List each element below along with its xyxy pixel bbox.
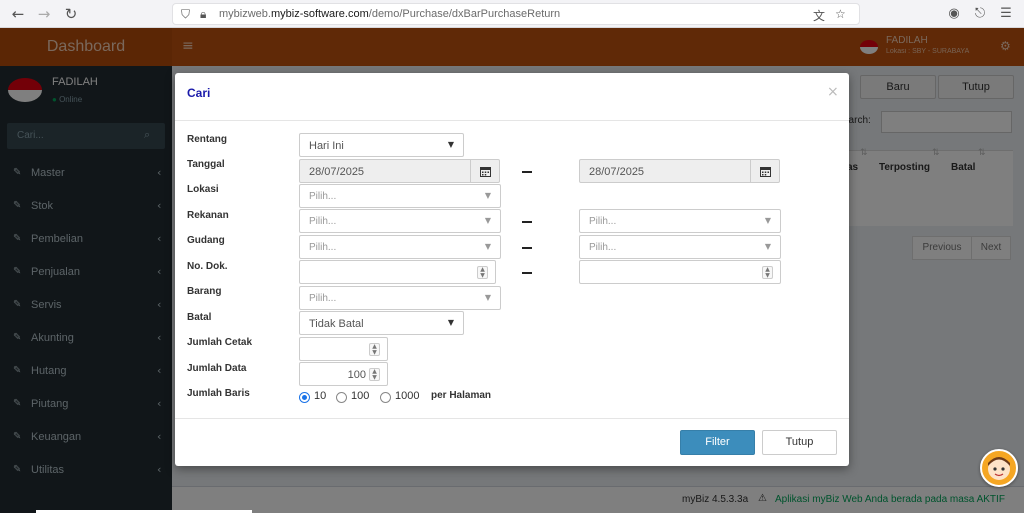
spinner-icon[interactable]: ▲ ▼ <box>369 368 380 381</box>
jumlah-cetak-label: Jumlah Cetak <box>187 337 253 348</box>
url-text: mybizweb.mybiz-software.com/demo/Purchas… <box>219 8 561 20</box>
range-dash <box>522 221 532 223</box>
barang-select[interactable]: Pilih... ▼ <box>299 286 501 310</box>
helper-avatar-icon[interactable] <box>980 449 1018 487</box>
gudang-to-select[interactable]: Pilih... ▼ <box>579 235 781 259</box>
rentang-label: Rentang <box>187 134 227 145</box>
spinner-icon[interactable]: ▲ ▼ <box>369 343 380 356</box>
baris-option-100: 100 <box>351 390 370 402</box>
range-dash <box>522 272 532 274</box>
batal-select[interactable]: Tidak Batal ▼ <box>299 311 464 335</box>
jumlah-data-input[interactable]: 100 ▲ ▼ <box>299 362 388 386</box>
baris-radio-100[interactable] <box>336 392 347 403</box>
batal-value: Tidak Batal <box>309 318 364 330</box>
tanggal-label: Tanggal <box>187 159 225 170</box>
gudang-label: Gudang <box>187 235 225 246</box>
extensions-icon[interactable]: ⎋ <box>970 4 990 24</box>
jumlah-baris-label: Jumlah Baris <box>187 388 250 399</box>
barang-label: Barang <box>187 286 222 297</box>
no-dok-to-input[interactable]: ▲ ▼ <box>579 260 781 284</box>
spinner-icon[interactable]: ▲ ▼ <box>477 266 488 279</box>
gudang-from-placeholder: Pilih... <box>309 242 337 253</box>
baris-radio-10[interactable] <box>299 392 310 403</box>
tanggal-from-value: 28/07/2025 <box>309 166 365 178</box>
lock-icon: 🔒︎ <box>200 7 207 21</box>
dropdown-caret-icon: ▼ <box>764 242 771 251</box>
rentang-select[interactable]: Hari Ini ▼ <box>299 133 464 157</box>
search-modal: Cari × Rentang Tanggal Lokasi Rekanan Gu… <box>175 73 849 466</box>
modal-backdrop-header <box>0 28 1024 66</box>
address-bar[interactable]: ⛉ 🔒︎ mybizweb.mybiz-software.com/demo/Pu… <box>172 3 860 25</box>
tanggal-from-input[interactable]: 28/07/2025 <box>299 159 471 183</box>
dropdown-caret-icon: ▼ <box>484 216 491 225</box>
dropdown-caret-icon: ▼ <box>764 216 771 225</box>
range-dash <box>522 247 532 249</box>
tutup-button[interactable]: Tutup <box>762 430 837 455</box>
jumlah-data-label: Jumlah Data <box>187 363 247 374</box>
no-dok-label: No. Dok. <box>187 261 228 272</box>
lokasi-label: Lokasi <box>187 184 219 195</box>
shield-icon: ⛉ <box>181 7 191 21</box>
barang-placeholder: Pilih... <box>309 293 337 304</box>
tanggal-to-input[interactable]: 28/07/2025 <box>579 159 751 183</box>
calendar-icon[interactable] <box>470 159 500 183</box>
jumlah-cetak-input[interactable]: ▲ ▼ <box>299 337 388 361</box>
dropdown-caret-icon: ▼ <box>447 318 454 327</box>
dropdown-caret-icon: ▼ <box>484 191 491 200</box>
no-dok-from-input[interactable]: ▲ ▼ <box>299 260 496 284</box>
account-icon[interactable]: ◉ <box>944 4 964 24</box>
translate-icon[interactable]: ⽂ <box>813 7 825 24</box>
browser-toolbar: ← → ↻ ⛉ 🔒︎ mybizweb.mybiz-software.com/d… <box>0 0 1024 28</box>
dropdown-caret-icon: ▼ <box>447 140 454 149</box>
calendar-icon[interactable] <box>750 159 780 183</box>
gudang-from-select[interactable]: Pilih... ▼ <box>299 235 501 259</box>
baris-option-1000: 1000 <box>395 390 420 402</box>
dropdown-caret-icon: ▼ <box>484 293 491 302</box>
lokasi-placeholder: Pilih... <box>309 191 337 202</box>
bookmark-star-icon[interactable]: ☆ <box>835 7 846 21</box>
menu-icon[interactable]: ☰ <box>996 4 1016 24</box>
tanggal-to-value: 28/07/2025 <box>589 166 645 178</box>
filter-button[interactable]: Filter <box>680 430 755 455</box>
rekanan-from-select[interactable]: Pilih... ▼ <box>299 209 501 233</box>
batal-label: Batal <box>187 312 212 323</box>
close-icon[interactable]: × <box>827 84 839 100</box>
dropdown-caret-icon: ▼ <box>484 242 491 251</box>
modal-title: Cari <box>187 86 211 100</box>
forward-arrow-icon[interactable]: → <box>34 4 54 24</box>
modal-header: Cari × <box>175 73 849 121</box>
per-halaman-label: per Halaman <box>431 390 492 401</box>
jumlah-data-value: 100 <box>347 369 366 381</box>
rekanan-to-select[interactable]: Pilih... ▼ <box>579 209 781 233</box>
rekanan-to-placeholder: Pilih... <box>589 216 617 227</box>
reload-icon[interactable]: ↻ <box>61 4 81 24</box>
rekanan-from-placeholder: Pilih... <box>309 216 337 227</box>
baris-radio-1000[interactable] <box>380 392 391 403</box>
back-arrow-icon[interactable]: ← <box>8 4 28 24</box>
rekanan-label: Rekanan <box>187 210 229 221</box>
baris-option-10: 10 <box>314 390 327 402</box>
spinner-icon[interactable]: ▲ ▼ <box>762 266 773 279</box>
lokasi-select[interactable]: Pilih... ▼ <box>299 184 501 208</box>
range-dash <box>522 171 532 173</box>
gudang-to-placeholder: Pilih... <box>589 242 617 253</box>
rentang-value: Hari Ini <box>309 140 344 152</box>
